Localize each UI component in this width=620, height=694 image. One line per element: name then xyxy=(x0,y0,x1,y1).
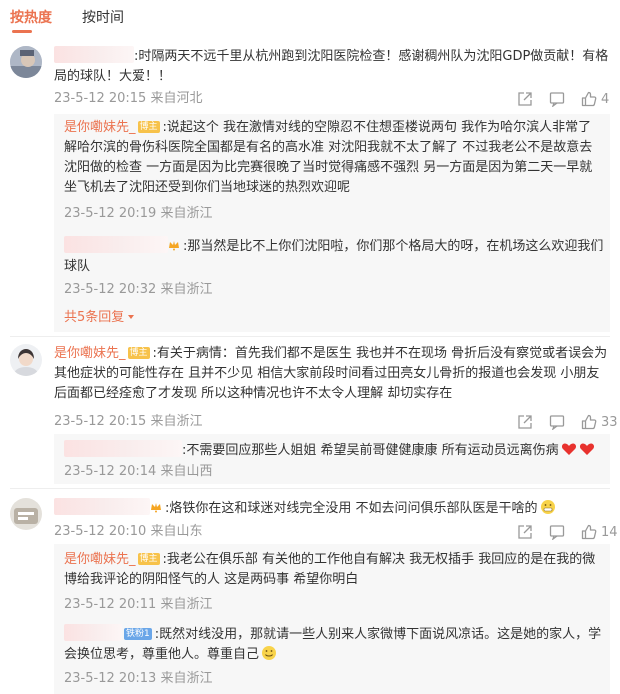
reply-3-1-body: 是你嘞妹先_ 博主:我老公在俱乐部 有关他的工作他自有解决 我无权插手 我回应的是… xyxy=(64,550,604,590)
tab-sort-by-hot[interactable]: 按热度 xyxy=(10,8,52,28)
smile-emoji-icon xyxy=(262,646,277,660)
reply-1-1-body: 是你嘞妹先_ 博主:说起这个 我在激情对线的空隙忍不住想歪楼说两句 我作为哈尔滨人… xyxy=(64,118,604,198)
blogger-badge: 博主 xyxy=(137,553,160,565)
share-icon[interactable] xyxy=(517,91,533,107)
tab-sort-by-time[interactable]: 按时间 xyxy=(82,8,124,28)
reply-2-1-body: :不需要回应那些人姐姐 希望吴前哥健健康康 所有运动员远离伤病 xyxy=(64,440,604,461)
comment-3-body: :烙铁你在这和球迷对线完全没用 不如去问问俱乐部队医是干啥的 xyxy=(54,498,610,519)
reply-author-name[interactable]: 是你嘞妹先_ xyxy=(64,120,136,135)
avatar-photo xyxy=(10,46,42,78)
like-count: 14 xyxy=(601,524,618,540)
redacted-username[interactable] xyxy=(64,440,182,457)
comment-2-body: 是你嘞妹先_ 博主:有关于病情：首先我们都不是医生 我也并不在现场 骨折后没有察觉… xyxy=(54,344,610,404)
redacted-username[interactable] xyxy=(54,46,134,63)
comment-3-actions: 14 xyxy=(517,523,618,541)
reply-2-1-meta: 23-5-12 20:14 来自山西 xyxy=(64,464,213,479)
reply-1-2-body: :那当然是比不上你们沈阳啦，你们那个格局大的呀，在机场这么欢迎我们球队 xyxy=(64,236,604,277)
comment-1-actions: 4 xyxy=(517,90,609,108)
reply-1-2-meta: 23-5-12 20:32 来自浙江 xyxy=(64,282,213,297)
share-icon[interactable] xyxy=(517,414,533,430)
fan-level-badge: 铁粉1 xyxy=(124,628,152,640)
like-icon[interactable] xyxy=(581,414,597,430)
comment-author-name[interactable]: 是你嘞妹先_ xyxy=(54,346,126,361)
comment-2-meta: 23-5-12 20:15 来自浙江 xyxy=(54,414,203,429)
more-replies-label: 共5条回复 xyxy=(64,310,125,325)
redacted-username[interactable] xyxy=(64,624,122,641)
comment-1-body: :时隔两天不远千里从杭州跑到沈阳医院检查！感谢稠州队为沈阳GDP做贡献！有格局的… xyxy=(54,46,610,87)
avatar[interactable] xyxy=(10,46,42,78)
like-icon[interactable] xyxy=(581,524,597,540)
crown-icon xyxy=(151,503,161,513)
reply-3-2-meta: 23-5-12 20:13 来自浙江 xyxy=(64,671,213,686)
grimace-emoji-icon xyxy=(540,500,555,514)
comment-icon[interactable] xyxy=(549,91,565,107)
comment-icon[interactable] xyxy=(549,524,565,540)
redacted-username[interactable] xyxy=(54,498,150,515)
comment-3-text: :烙铁你在这和球迷对线完全没用 不如去问问俱乐部队医是干啥的 xyxy=(165,501,538,516)
red-heart-emoji-icon xyxy=(561,443,576,455)
like-count: 4 xyxy=(601,91,610,107)
reply-3-2-body: 铁粉1:既然对线没用，那就请一些人别来人家微博下面说风凉话。这是她的家人，学会换… xyxy=(64,624,604,665)
avatar-photo xyxy=(10,498,42,530)
share-icon[interactable] xyxy=(517,524,533,540)
avatar-photo xyxy=(10,344,42,376)
reply-1-1-meta: 23-5-12 20:19 来自浙江 xyxy=(64,206,213,221)
comment-icon[interactable] xyxy=(549,414,565,430)
comment-3-meta: 23-5-12 20:10 来自山东 xyxy=(54,524,203,539)
reply-author-name[interactable]: 是你嘞妹先_ xyxy=(64,552,136,567)
avatar[interactable] xyxy=(10,498,42,530)
like-count: 33 xyxy=(601,414,618,430)
comment-2-actions: 33 xyxy=(517,413,618,431)
red-heart-emoji-icon xyxy=(579,443,594,455)
avatar[interactable] xyxy=(10,344,42,376)
chevron-down-icon xyxy=(128,315,135,319)
reply-3-1-meta: 23-5-12 20:11 来自浙江 xyxy=(64,597,213,612)
more-replies-link[interactable]: 共5条回复 xyxy=(64,309,136,327)
redacted-username[interactable] xyxy=(64,236,168,253)
blogger-badge: 博主 xyxy=(137,121,160,133)
reply-2-1-text: :不需要回应那些人姐姐 希望吴前哥健健康康 所有运动员远离伤病 xyxy=(182,443,559,458)
divider xyxy=(10,336,610,337)
comment-1-text: :时隔两天不远千里从杭州跑到沈阳医院检查！感谢稠州队为沈阳GDP做贡献！有格局的… xyxy=(54,49,609,84)
comment-1-meta: 23-5-12 20:15 来自河北 xyxy=(54,91,203,106)
like-icon[interactable] xyxy=(581,91,597,107)
divider xyxy=(10,488,610,489)
blogger-badge: 博主 xyxy=(127,347,150,359)
crown-icon xyxy=(169,241,179,251)
active-tab-indicator xyxy=(12,30,32,33)
